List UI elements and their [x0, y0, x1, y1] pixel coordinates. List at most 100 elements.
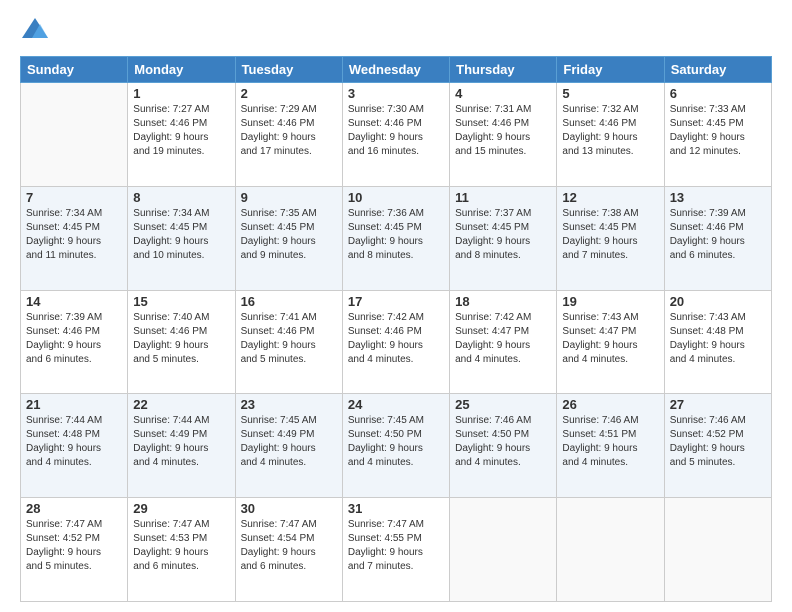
- calendar-cell: 18 Sunrise: 7:42 AM Sunset: 4:47 PM Dayli…: [450, 290, 557, 394]
- calendar-cell: [557, 498, 664, 602]
- day-number: 22: [133, 397, 229, 412]
- calendar-cell: [664, 498, 771, 602]
- day-number: 14: [26, 294, 122, 309]
- day-info: Sunrise: 7:36 AM Sunset: 4:45 PM Dayligh…: [348, 207, 444, 263]
- day-info: Sunrise: 7:46 AM Sunset: 4:50 PM Dayligh…: [455, 414, 551, 470]
- day-info: Sunrise: 7:44 AM Sunset: 4:49 PM Dayligh…: [133, 414, 229, 470]
- day-number: 17: [348, 294, 444, 309]
- day-info: Sunrise: 7:29 AM Sunset: 4:46 PM Dayligh…: [241, 103, 337, 159]
- calendar-cell: 7Sunrise: 7:34 AM Sunset: 4:45 PM Daylig…: [21, 186, 128, 290]
- weekday-header-friday: Friday: [557, 57, 664, 83]
- calendar-table: SundayMondayTuesdayWednesdayThursdayFrid…: [20, 56, 772, 602]
- day-info: Sunrise: 7:34 AM Sunset: 4:45 PM Dayligh…: [26, 207, 122, 263]
- day-info: Sunrise: 7:31 AM Sunset: 4:46 PM Dayligh…: [455, 103, 551, 159]
- day-number: 28: [26, 501, 122, 516]
- day-info: Sunrise: 7:47 AM Sunset: 4:54 PM Dayligh…: [241, 518, 337, 574]
- calendar-cell: 14 Sunrise: 7:39 AM Sunset: 4:46 PM Dayli…: [21, 290, 128, 394]
- week-row-5: 28 Sunrise: 7:47 AM Sunset: 4:52 PM Dayli…: [21, 498, 772, 602]
- weekday-header-wednesday: Wednesday: [342, 57, 449, 83]
- week-row-1: 1 Sunrise: 7:27 AM Sunset: 4:46 PM Daylig…: [21, 83, 772, 187]
- day-info: Sunrise: 7:42 AM Sunset: 4:46 PM Dayligh…: [348, 311, 444, 367]
- calendar-cell: 1 Sunrise: 7:27 AM Sunset: 4:46 PM Daylig…: [128, 83, 235, 187]
- calendar-cell: 6 Sunrise: 7:33 AM Sunset: 4:45 PM Daylig…: [664, 83, 771, 187]
- day-number: 20: [670, 294, 766, 309]
- day-info: Sunrise: 7:32 AM Sunset: 4:46 PM Dayligh…: [562, 103, 658, 159]
- day-info: Sunrise: 7:43 AM Sunset: 4:48 PM Dayligh…: [670, 311, 766, 367]
- weekday-header-monday: Monday: [128, 57, 235, 83]
- weekday-header-thursday: Thursday: [450, 57, 557, 83]
- calendar-cell: 20 Sunrise: 7:43 AM Sunset: 4:48 PM Dayli…: [664, 290, 771, 394]
- day-number: 30: [241, 501, 337, 516]
- day-number: 25: [455, 397, 551, 412]
- day-info: Sunrise: 7:46 AM Sunset: 4:51 PM Dayligh…: [562, 414, 658, 470]
- day-info: Sunrise: 7:27 AM Sunset: 4:46 PM Dayligh…: [133, 103, 229, 159]
- day-info: Sunrise: 7:30 AM Sunset: 4:46 PM Dayligh…: [348, 103, 444, 159]
- day-info: Sunrise: 7:33 AM Sunset: 4:45 PM Dayligh…: [670, 103, 766, 159]
- day-number: 8: [133, 190, 229, 205]
- day-info: Sunrise: 7:39 AM Sunset: 4:46 PM Dayligh…: [26, 311, 122, 367]
- day-info: Sunrise: 7:37 AM Sunset: 4:45 PM Dayligh…: [455, 207, 551, 263]
- day-number: 21: [26, 397, 122, 412]
- calendar-cell: 24 Sunrise: 7:45 AM Sunset: 4:50 PM Dayli…: [342, 394, 449, 498]
- day-number: 31: [348, 501, 444, 516]
- day-number: 11: [455, 190, 551, 205]
- day-number: 1: [133, 86, 229, 101]
- day-number: 23: [241, 397, 337, 412]
- calendar-cell: 27Sunrise: 7:46 AM Sunset: 4:52 PM Dayli…: [664, 394, 771, 498]
- day-number: 19: [562, 294, 658, 309]
- calendar-cell: 2Sunrise: 7:29 AM Sunset: 4:46 PM Daylig…: [235, 83, 342, 187]
- calendar-cell: 19 Sunrise: 7:43 AM Sunset: 4:47 PM Dayli…: [557, 290, 664, 394]
- calendar-cell: 29 Sunrise: 7:47 AM Sunset: 4:53 PM Dayli…: [128, 498, 235, 602]
- calendar-cell: 21Sunrise: 7:44 AM Sunset: 4:48 PM Dayli…: [21, 394, 128, 498]
- logo: [20, 16, 54, 46]
- calendar-cell: 5 Sunrise: 7:32 AM Sunset: 4:46 PM Daylig…: [557, 83, 664, 187]
- calendar-cell: [450, 498, 557, 602]
- day-info: Sunrise: 7:47 AM Sunset: 4:55 PM Dayligh…: [348, 518, 444, 574]
- day-info: Sunrise: 7:42 AM Sunset: 4:47 PM Dayligh…: [455, 311, 551, 367]
- calendar-cell: 9Sunrise: 7:35 AM Sunset: 4:45 PM Daylig…: [235, 186, 342, 290]
- day-number: 24: [348, 397, 444, 412]
- week-row-2: 7Sunrise: 7:34 AM Sunset: 4:45 PM Daylig…: [21, 186, 772, 290]
- day-info: Sunrise: 7:34 AM Sunset: 4:45 PM Dayligh…: [133, 207, 229, 263]
- day-number: 26: [562, 397, 658, 412]
- weekday-header-row: SundayMondayTuesdayWednesdayThursdayFrid…: [21, 57, 772, 83]
- day-info: Sunrise: 7:45 AM Sunset: 4:50 PM Dayligh…: [348, 414, 444, 470]
- calendar-cell: 30 Sunrise: 7:47 AM Sunset: 4:54 PM Dayli…: [235, 498, 342, 602]
- day-number: 27: [670, 397, 766, 412]
- day-number: 15: [133, 294, 229, 309]
- calendar-cell: 12Sunrise: 7:38 AM Sunset: 4:45 PM Dayli…: [557, 186, 664, 290]
- weekday-header-sunday: Sunday: [21, 57, 128, 83]
- day-number: 16: [241, 294, 337, 309]
- calendar-cell: 3Sunrise: 7:30 AM Sunset: 4:46 PM Daylig…: [342, 83, 449, 187]
- day-info: Sunrise: 7:40 AM Sunset: 4:46 PM Dayligh…: [133, 311, 229, 367]
- calendar-cell: 4 Sunrise: 7:31 AM Sunset: 4:46 PM Daylig…: [450, 83, 557, 187]
- day-info: Sunrise: 7:43 AM Sunset: 4:47 PM Dayligh…: [562, 311, 658, 367]
- day-number: 4: [455, 86, 551, 101]
- day-info: Sunrise: 7:41 AM Sunset: 4:46 PM Dayligh…: [241, 311, 337, 367]
- calendar-cell: 25 Sunrise: 7:46 AM Sunset: 4:50 PM Dayli…: [450, 394, 557, 498]
- day-number: 10: [348, 190, 444, 205]
- calendar-cell: 10 Sunrise: 7:36 AM Sunset: 4:45 PM Dayli…: [342, 186, 449, 290]
- day-number: 6: [670, 86, 766, 101]
- header: [20, 16, 772, 46]
- calendar-cell: 16 Sunrise: 7:41 AM Sunset: 4:46 PM Dayli…: [235, 290, 342, 394]
- day-number: 13: [670, 190, 766, 205]
- day-number: 9: [241, 190, 337, 205]
- calendar-cell: 23 Sunrise: 7:45 AM Sunset: 4:49 PM Dayli…: [235, 394, 342, 498]
- page: SundayMondayTuesdayWednesdayThursdayFrid…: [0, 0, 792, 612]
- logo-icon: [20, 16, 50, 46]
- day-number: 12: [562, 190, 658, 205]
- weekday-header-tuesday: Tuesday: [235, 57, 342, 83]
- weekday-header-saturday: Saturday: [664, 57, 771, 83]
- day-info: Sunrise: 7:45 AM Sunset: 4:49 PM Dayligh…: [241, 414, 337, 470]
- day-number: 29: [133, 501, 229, 516]
- calendar-cell: 26 Sunrise: 7:46 AM Sunset: 4:51 PM Dayli…: [557, 394, 664, 498]
- day-info: Sunrise: 7:47 AM Sunset: 4:53 PM Dayligh…: [133, 518, 229, 574]
- week-row-3: 14 Sunrise: 7:39 AM Sunset: 4:46 PM Dayli…: [21, 290, 772, 394]
- day-info: Sunrise: 7:47 AM Sunset: 4:52 PM Dayligh…: [26, 518, 122, 574]
- day-number: 18: [455, 294, 551, 309]
- week-row-4: 21Sunrise: 7:44 AM Sunset: 4:48 PM Dayli…: [21, 394, 772, 498]
- calendar-cell: 22 Sunrise: 7:44 AM Sunset: 4:49 PM Dayli…: [128, 394, 235, 498]
- calendar-cell: 28 Sunrise: 7:47 AM Sunset: 4:52 PM Dayli…: [21, 498, 128, 602]
- day-number: 5: [562, 86, 658, 101]
